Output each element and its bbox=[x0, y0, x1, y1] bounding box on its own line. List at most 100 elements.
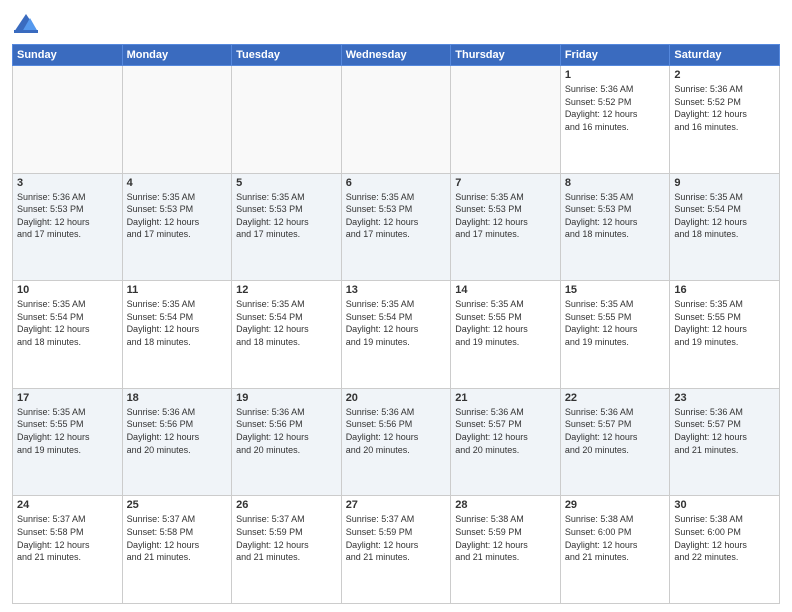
calendar-cell bbox=[451, 66, 561, 174]
day-info: Sunrise: 5:35 AMSunset: 5:54 PMDaylight:… bbox=[236, 298, 337, 348]
header bbox=[12, 10, 780, 38]
day-number: 1 bbox=[565, 69, 666, 81]
day-info: Sunrise: 5:35 AMSunset: 5:55 PMDaylight:… bbox=[17, 406, 118, 456]
day-info: Sunrise: 5:36 AMSunset: 5:56 PMDaylight:… bbox=[346, 406, 447, 456]
day-info: Sunrise: 5:37 AMSunset: 5:58 PMDaylight:… bbox=[17, 513, 118, 563]
day-info: Sunrise: 5:38 AMSunset: 6:00 PMDaylight:… bbox=[565, 513, 666, 563]
week-row-3: 17 Sunrise: 5:35 AMSunset: 5:55 PMDayligh… bbox=[13, 388, 780, 496]
day-info: Sunrise: 5:38 AMSunset: 5:59 PMDaylight:… bbox=[455, 513, 556, 563]
day-number: 18 bbox=[127, 392, 228, 404]
day-info: Sunrise: 5:36 AMSunset: 5:53 PMDaylight:… bbox=[17, 191, 118, 241]
day-number: 24 bbox=[17, 499, 118, 511]
calendar-cell: 21Sunrise: 5:36 AMSunset: 5:57 PMDayligh… bbox=[451, 388, 561, 496]
day-number: 16 bbox=[674, 284, 775, 296]
day-number: 9 bbox=[674, 177, 775, 189]
day-number: 5 bbox=[236, 177, 337, 189]
day-info: Sunrise: 5:36 AMSunset: 5:56 PMDaylight:… bbox=[236, 406, 337, 456]
calendar-cell bbox=[341, 66, 451, 174]
day-number: 6 bbox=[346, 177, 447, 189]
day-info: Sunrise: 5:37 AMSunset: 5:59 PMDaylight:… bbox=[346, 513, 447, 563]
day-number: 14 bbox=[455, 284, 556, 296]
calendar-cell: 23 Sunrise: 5:36 AMSunset: 5:57 PMDayligh… bbox=[670, 388, 780, 496]
day-info: Sunrise: 5:35 AMSunset: 5:54 PMDaylight:… bbox=[346, 298, 447, 348]
day-info: Sunrise: 5:36 AMSunset: 5:52 PMDaylight:… bbox=[674, 83, 775, 133]
calendar-cell: 4 Sunrise: 5:35 AMSunset: 5:53 PMDaylight… bbox=[122, 173, 232, 281]
weekday-wednesday: Wednesday bbox=[341, 45, 451, 66]
logo bbox=[12, 10, 44, 38]
weekday-friday: Friday bbox=[560, 45, 670, 66]
page: SundayMondayTuesdayWednesdayThursdayFrid… bbox=[0, 0, 792, 612]
day-number: 29 bbox=[565, 499, 666, 511]
day-info: Sunrise: 5:35 AMSunset: 5:54 PMDaylight:… bbox=[674, 191, 775, 241]
calendar-cell: 26 Sunrise: 5:37 AMSunset: 5:59 PMDayligh… bbox=[232, 496, 342, 604]
calendar-cell: 10 Sunrise: 5:35 AMSunset: 5:54 PMDayligh… bbox=[13, 281, 123, 389]
weekday-monday: Monday bbox=[122, 45, 232, 66]
generalblue-logo-icon bbox=[12, 10, 40, 38]
calendar-cell: 27Sunrise: 5:37 AMSunset: 5:59 PMDayligh… bbox=[341, 496, 451, 604]
day-number: 12 bbox=[236, 284, 337, 296]
calendar-cell: 15 Sunrise: 5:35 AMSunset: 5:55 PMDayligh… bbox=[560, 281, 670, 389]
day-info: Sunrise: 5:37 AMSunset: 5:58 PMDaylight:… bbox=[127, 513, 228, 563]
day-number: 3 bbox=[17, 177, 118, 189]
week-row-4: 24 Sunrise: 5:37 AMSunset: 5:58 PMDayligh… bbox=[13, 496, 780, 604]
day-info: Sunrise: 5:36 AMSunset: 5:52 PMDaylight:… bbox=[565, 83, 666, 133]
day-info: Sunrise: 5:35 AMSunset: 5:53 PMDaylight:… bbox=[455, 191, 556, 241]
calendar-cell: 7 Sunrise: 5:35 AMSunset: 5:53 PMDaylight… bbox=[451, 173, 561, 281]
weekday-saturday: Saturday bbox=[670, 45, 780, 66]
day-number: 15 bbox=[565, 284, 666, 296]
day-number: 20 bbox=[346, 392, 447, 404]
calendar-cell: 1 Sunrise: 5:36 AMSunset: 5:52 PMDaylight… bbox=[560, 66, 670, 174]
weekday-header-row: SundayMondayTuesdayWednesdayThursdayFrid… bbox=[13, 45, 780, 66]
calendar-cell: 8 Sunrise: 5:35 AMSunset: 5:53 PMDaylight… bbox=[560, 173, 670, 281]
calendar-cell: 12 Sunrise: 5:35 AMSunset: 5:54 PMDayligh… bbox=[232, 281, 342, 389]
calendar-cell: 14 Sunrise: 5:35 AMSunset: 5:55 PMDayligh… bbox=[451, 281, 561, 389]
calendar-cell: 22 Sunrise: 5:36 AMSunset: 5:57 PMDayligh… bbox=[560, 388, 670, 496]
day-number: 4 bbox=[127, 177, 228, 189]
week-row-0: 1 Sunrise: 5:36 AMSunset: 5:52 PMDaylight… bbox=[13, 66, 780, 174]
day-number: 13 bbox=[346, 284, 447, 296]
day-number: 19 bbox=[236, 392, 337, 404]
calendar-cell: 28 Sunrise: 5:38 AMSunset: 5:59 PMDayligh… bbox=[451, 496, 561, 604]
day-info: Sunrise: 5:35 AMSunset: 5:55 PMDaylight:… bbox=[565, 298, 666, 348]
day-number: 25 bbox=[127, 499, 228, 511]
day-number: 7 bbox=[455, 177, 556, 189]
day-info: Sunrise: 5:38 AMSunset: 6:00 PMDaylight:… bbox=[674, 513, 775, 563]
calendar-cell: 5 Sunrise: 5:35 AMSunset: 5:53 PMDaylight… bbox=[232, 173, 342, 281]
day-info: Sunrise: 5:36 AMSunset: 5:56 PMDaylight:… bbox=[127, 406, 228, 456]
day-info: Sunrise: 5:35 AMSunset: 5:55 PMDaylight:… bbox=[455, 298, 556, 348]
calendar-table: SundayMondayTuesdayWednesdayThursdayFrid… bbox=[12, 44, 780, 604]
week-row-1: 3 Sunrise: 5:36 AMSunset: 5:53 PMDaylight… bbox=[13, 173, 780, 281]
day-info: Sunrise: 5:35 AMSunset: 5:55 PMDaylight:… bbox=[674, 298, 775, 348]
day-number: 28 bbox=[455, 499, 556, 511]
day-info: Sunrise: 5:35 AMSunset: 5:53 PMDaylight:… bbox=[565, 191, 666, 241]
calendar-cell: 13 Sunrise: 5:35 AMSunset: 5:54 PMDayligh… bbox=[341, 281, 451, 389]
day-number: 11 bbox=[127, 284, 228, 296]
calendar-cell: 24 Sunrise: 5:37 AMSunset: 5:58 PMDayligh… bbox=[13, 496, 123, 604]
day-number: 26 bbox=[236, 499, 337, 511]
calendar-cell: 20 Sunrise: 5:36 AMSunset: 5:56 PMDayligh… bbox=[341, 388, 451, 496]
day-info: Sunrise: 5:35 AMSunset: 5:53 PMDaylight:… bbox=[236, 191, 337, 241]
calendar-cell bbox=[122, 66, 232, 174]
calendar-cell: 16 Sunrise: 5:35 AMSunset: 5:55 PMDayligh… bbox=[670, 281, 780, 389]
day-info: Sunrise: 5:35 AMSunset: 5:54 PMDaylight:… bbox=[127, 298, 228, 348]
calendar-cell: 11 Sunrise: 5:35 AMSunset: 5:54 PMDayligh… bbox=[122, 281, 232, 389]
day-info: Sunrise: 5:35 AMSunset: 5:53 PMDaylight:… bbox=[127, 191, 228, 241]
day-number: 10 bbox=[17, 284, 118, 296]
day-number: 22 bbox=[565, 392, 666, 404]
day-number: 21 bbox=[455, 392, 556, 404]
day-info: Sunrise: 5:35 AMSunset: 5:53 PMDaylight:… bbox=[346, 191, 447, 241]
day-number: 8 bbox=[565, 177, 666, 189]
calendar-cell: 17 Sunrise: 5:35 AMSunset: 5:55 PMDayligh… bbox=[13, 388, 123, 496]
day-number: 17 bbox=[17, 392, 118, 404]
day-info: Sunrise: 5:36 AMSunset: 5:57 PMDaylight:… bbox=[674, 406, 775, 456]
calendar-cell bbox=[232, 66, 342, 174]
calendar-cell: 2Sunrise: 5:36 AMSunset: 5:52 PMDaylight… bbox=[670, 66, 780, 174]
calendar-cell: 29 Sunrise: 5:38 AMSunset: 6:00 PMDayligh… bbox=[560, 496, 670, 604]
day-info: Sunrise: 5:35 AMSunset: 5:54 PMDaylight:… bbox=[17, 298, 118, 348]
day-info: Sunrise: 5:37 AMSunset: 5:59 PMDaylight:… bbox=[236, 513, 337, 563]
day-number: 23 bbox=[674, 392, 775, 404]
week-row-2: 10 Sunrise: 5:35 AMSunset: 5:54 PMDayligh… bbox=[13, 281, 780, 389]
calendar-cell: 19 Sunrise: 5:36 AMSunset: 5:56 PMDayligh… bbox=[232, 388, 342, 496]
calendar-cell: 9 Sunrise: 5:35 AMSunset: 5:54 PMDaylight… bbox=[670, 173, 780, 281]
day-info: Sunrise: 5:36 AMSunset: 5:57 PMDaylight:… bbox=[565, 406, 666, 456]
